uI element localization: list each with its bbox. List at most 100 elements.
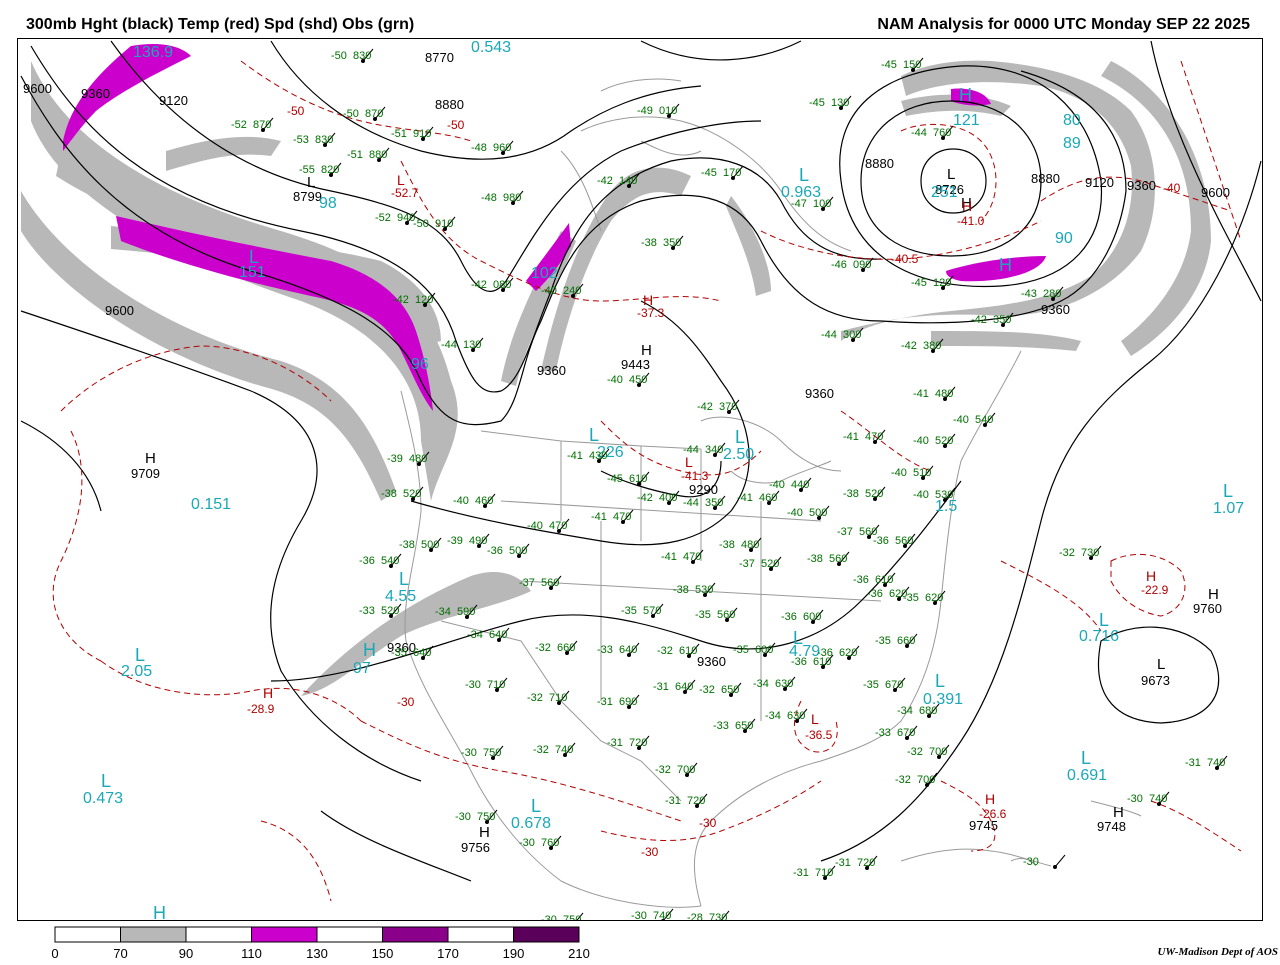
station-obs: -33 670 — [875, 725, 918, 740]
station-obs: -41 470 — [843, 429, 886, 444]
obs-temperature: -33 — [359, 605, 375, 617]
obs-height: 280 — [1043, 288, 1061, 300]
obs-temperature: -38 — [807, 553, 823, 565]
obs-height: 620 — [925, 592, 943, 604]
obs-height: 350 — [663, 237, 681, 249]
obs-height: 730 — [709, 912, 727, 920]
obs-height: 880 — [369, 149, 387, 161]
station-obs: -31 720 — [607, 735, 650, 750]
obs-temperature: -55 — [299, 164, 315, 176]
obs-temperature: -35 — [875, 635, 891, 647]
obs-height: 570 — [643, 605, 661, 617]
pressure-center-marker: L — [135, 645, 145, 665]
pressure-center-marker: L — [735, 427, 745, 447]
obs-temperature: -35 — [695, 609, 711, 621]
obs-height: 640 — [413, 647, 431, 659]
obs-temperature: -45 — [881, 59, 897, 71]
obs-temperature: -40 — [913, 489, 929, 501]
station-obs: -35 570 — [621, 603, 664, 618]
obs-height: 910 — [435, 218, 453, 230]
station-obs: -42 080 — [471, 277, 514, 292]
obs-height: 670 — [897, 727, 915, 739]
pressure-center-marker: L — [1099, 610, 1109, 630]
height-label: 9600 — [1201, 185, 1230, 200]
obs-temperature: -36 — [867, 588, 883, 600]
station-obs: -40 540 — [953, 412, 996, 427]
obs-temperature: -30 — [1023, 856, 1039, 868]
obs-temperature: -37 — [837, 526, 853, 538]
station-obs: -52 870 — [231, 117, 274, 132]
height-label: 9673 — [1141, 673, 1170, 688]
obs-height: 520 — [381, 605, 399, 617]
station-obs: -36 600 — [781, 609, 824, 624]
pressure-value-label: 0.543 — [471, 39, 511, 56]
station-obs: -32 730 — [1059, 545, 1102, 560]
obs-temperature: -48 — [481, 192, 497, 204]
obs-height: 560 — [717, 609, 735, 621]
pressure-value-label: 89 — [1063, 135, 1081, 152]
station-obs: -36 610 — [853, 572, 896, 587]
obs-temperature: -35 — [863, 679, 879, 691]
pressure-value-label: 251 — [931, 184, 958, 201]
station-obs: -28 730 — [687, 910, 730, 925]
obs-height: 820 — [321, 164, 339, 176]
obs-height: 010 — [659, 105, 677, 117]
temperature-label: -41.3 — [681, 469, 709, 483]
obs-temperature: -34 — [765, 710, 781, 722]
obs-height: 520 — [761, 558, 779, 570]
chart-title-left: 300mb Hght (black) Temp (red) Spd (shd) … — [26, 16, 415, 33]
station-obs: -41 430 — [567, 448, 610, 463]
obs-height: 740 — [1207, 757, 1225, 769]
station-obs: -40 440 — [769, 477, 812, 492]
station-obs: -44 760 — [911, 125, 954, 140]
station-obs: -31 640 — [653, 679, 696, 694]
obs-temperature: -30 — [519, 837, 535, 849]
station-obs: -40 500 — [787, 505, 830, 520]
legend-tick-label: 110 — [241, 946, 262, 960]
station-obs: -32 740 — [533, 742, 576, 757]
temperature-label: -36.5 — [805, 728, 833, 742]
obs-temperature: -47 — [791, 198, 807, 210]
height-label: 9290 — [689, 482, 718, 497]
station-obs: -34 630 — [753, 676, 796, 691]
station-obs: -30 — [1023, 854, 1066, 869]
station-obs: -37 560 — [519, 575, 562, 590]
height-center-marker: H — [1113, 804, 1124, 821]
station-obs: -40 460 — [453, 493, 496, 508]
pressure-value-label: 96 — [411, 356, 429, 373]
obs-height: 910 — [413, 128, 431, 140]
obs-temperature: -40 — [607, 374, 623, 386]
obs-temperature: -31 — [597, 696, 613, 708]
temperature-label: -37.3 — [637, 306, 665, 320]
station-obs: -44 350 — [683, 495, 726, 510]
obs-height: 650 — [721, 684, 739, 696]
pressure-value-label: 80 — [1063, 112, 1081, 129]
obs-temperature: -32 — [527, 692, 543, 704]
obs-height: 170 — [723, 167, 741, 179]
station-obs: -36 540 — [359, 553, 402, 568]
obs-height: 120 — [933, 277, 951, 289]
legend-swatch — [316, 926, 383, 943]
temperature-label: -40 — [1163, 181, 1181, 195]
station-obs: -41 470 — [591, 509, 634, 524]
chart-title-right: NAM Analysis for 0000 UTC Monday SEP 22 … — [877, 16, 1250, 33]
station-obs: -32 700 — [655, 762, 698, 777]
obs-height: 760 — [933, 127, 951, 139]
pressure-center-marker: L — [531, 796, 541, 816]
weather-map: 9600 9360 9120 8770 8880 8799 9600 9443 9360 9360… — [17, 38, 1263, 927]
obs-height: 430 — [589, 450, 607, 462]
obs-height: 830 — [315, 134, 333, 146]
station-obs: -44 130 — [441, 337, 484, 352]
obs-height: 120 — [415, 294, 433, 306]
height-label: 8880 — [1031, 171, 1060, 186]
obs-height: 080 — [493, 279, 511, 291]
obs-temperature: -40 — [541, 285, 557, 297]
obs-temperature: -34 — [753, 678, 769, 690]
temperature-label: -52.7 — [391, 186, 419, 200]
station-obs: -50 870 — [343, 106, 386, 121]
station-obs: -48 980 — [481, 190, 524, 205]
obs-temperature: -32 — [907, 746, 923, 758]
credit-label: UW-Madison Dept of AOS — [1157, 946, 1278, 958]
station-obs: -30 750 — [455, 809, 498, 824]
pressure-center-marker: L — [589, 425, 599, 445]
